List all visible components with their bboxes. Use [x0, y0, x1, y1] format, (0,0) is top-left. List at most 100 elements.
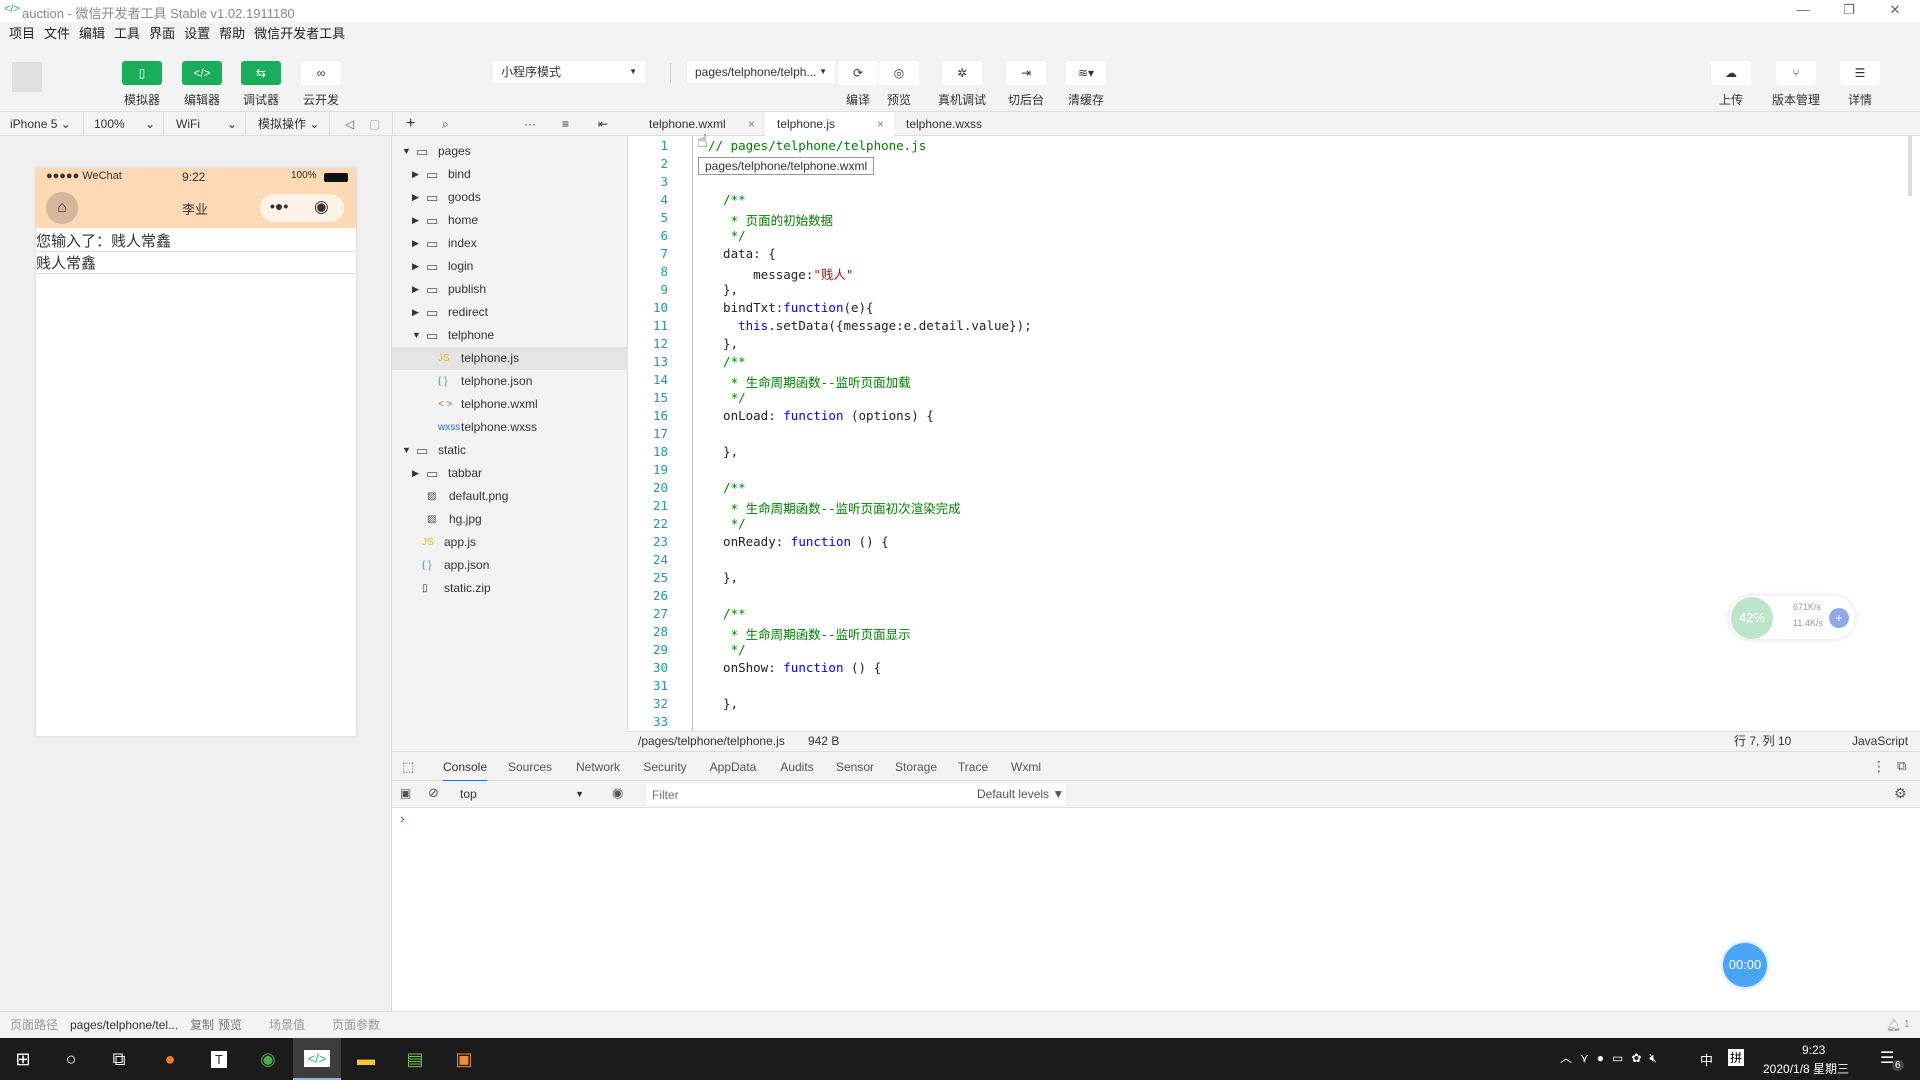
tree-item-static[interactable]: ▼ ▭ static — [392, 439, 628, 462]
bell-icon[interactable]: 🔔︎ — [1886, 1012, 1901, 1038]
network-speed-widget[interactable]: 42% 671K/s 11.4K/s + — [1729, 596, 1855, 639]
devtools-tab-trace[interactable]: Trace — [958, 752, 988, 782]
tray-icons[interactable]: ︿⋎●▭✿🔇︎ — [1560, 1049, 1665, 1066]
sound-icon[interactable]: ◁ — [345, 112, 354, 136]
wechat-devtools-icon[interactable]: </> — [293, 1038, 341, 1080]
tree-item-telphone-wxml[interactable]: < > telphone.wxml — [392, 393, 628, 416]
tree-item-app-json[interactable]: { } app.json — [392, 554, 628, 577]
home-icon[interactable]: ⌂ — [46, 192, 78, 224]
tree-item-static-zip[interactable]: ▯ static.zip — [392, 577, 628, 600]
windows-start-icon[interactable]: ⊞ — [0, 1038, 47, 1080]
tree-item-publish[interactable]: ▶ ▭ publish — [392, 278, 628, 301]
tree-item-tabbar[interactable]: ▶ ▭ tabbar — [392, 462, 628, 485]
sidebar-icon[interactable]: ▣ — [400, 786, 411, 800]
tree-item-index[interactable]: ▶ ▭ index — [392, 232, 628, 255]
mode-select[interactable]: 小程序模式 ▼ — [493, 61, 645, 83]
toolbar-button-code[interactable]: </> 编辑器 — [182, 61, 222, 108]
clock-date[interactable]: 2020/1/8 星期三 — [1763, 1060, 1849, 1077]
undock-icon[interactable]: ⧉ — [1897, 758, 1906, 774]
minimize-button[interactable]: — — [1788, 2, 1818, 17]
cursor-position[interactable]: 行 7, 列 10 — [1734, 732, 1791, 751]
simulate-ops-select[interactable]: 模拟操作 ⌄ — [246, 112, 330, 136]
tree-item-login[interactable]: ▶ ▭ login — [392, 255, 628, 278]
menu-item[interactable]: 编辑 — [79, 22, 105, 46]
toolbar-button-eye[interactable]: ◎ 预览 — [879, 61, 919, 108]
close-button[interactable]: ✕ — [1880, 2, 1910, 18]
editor-tab-telphone-wxss[interactable]: telphone.wxss — [894, 112, 1016, 136]
menu-item[interactable]: 工具 — [114, 22, 140, 46]
tree-item-telphone-js[interactable]: JS telphone.js — [392, 347, 628, 370]
app-icon[interactable]: ▣ — [440, 1038, 488, 1080]
close-tab-icon[interactable]: × — [748, 112, 755, 136]
close-capsule-icon[interactable]: ◉ — [314, 197, 329, 217]
language-mode[interactable]: JavaScript — [1852, 732, 1908, 751]
menu-item[interactable]: 项目 — [9, 22, 35, 46]
tree-item-default-png[interactable]: ▨ default.png — [392, 485, 628, 508]
recording-timer[interactable]: 00:00 — [1723, 943, 1767, 987]
notepad-icon[interactable]: ▤ — [391, 1038, 439, 1080]
tree-item-goods[interactable]: ▶ ▭ goods — [392, 186, 628, 209]
tree-item-telphone-wxss[interactable]: wxss telphone.wxss — [392, 416, 628, 439]
file-explorer-icon[interactable]: ▬ — [342, 1038, 390, 1080]
context-select[interactable]: top ▼ — [454, 784, 588, 804]
eye-icon[interactable]: ◉ — [612, 785, 623, 801]
toolbar-button-upload[interactable]: ☁ 上传 — [1711, 61, 1751, 108]
tree-item-redirect[interactable]: ▶ ▭ redirect — [392, 301, 628, 324]
devtools-tab-appdata[interactable]: AppData — [710, 752, 757, 782]
device-select[interactable]: iPhone 5 ⌄ — [0, 112, 84, 136]
page-select[interactable]: pages/telphone/telph... ▼ — [687, 61, 835, 83]
toolbar-button-branch[interactable]: ⑂ 版本管理 — [1772, 61, 1820, 108]
code-editor[interactable]: 1// pages/telphone/telphone.js2Page({34 … — [628, 136, 1920, 731]
network-select[interactable]: WiFi ⌄ — [164, 112, 246, 136]
menu-item[interactable]: 设置 — [184, 22, 210, 46]
more-vert-icon[interactable]: ⋮ — [1872, 758, 1886, 775]
add-file-icon[interactable]: + — [406, 112, 415, 136]
tree-item-app-js[interactable]: JS app.js — [392, 531, 628, 554]
collapse-icon[interactable]: ≡ — [562, 112, 569, 136]
editor-scrollbar[interactable] — [1908, 136, 1912, 196]
levels-select[interactable]: Default levels ▼ — [977, 787, 1064, 801]
typora-icon[interactable]: T — [195, 1038, 243, 1080]
tree-item-hg-jpg[interactable]: ▨ hg.jpg — [392, 508, 628, 531]
zoom-select[interactable]: 100% ⌄ — [84, 112, 164, 136]
toolbar-button-phone[interactable]: ▯ 模拟器 — [122, 61, 162, 108]
devtools-tab-sources[interactable]: Sources — [508, 752, 552, 782]
more-dots-icon[interactable]: •●• — [270, 198, 288, 214]
page-params-button[interactable]: 页面参数 — [332, 1012, 380, 1038]
settings-gear-icon[interactable]: ⚙ — [1894, 785, 1907, 802]
firefox-icon[interactable]: ● — [146, 1038, 194, 1080]
toolbar-button-switch-background[interactable]: ⇥ 切后台 — [1006, 61, 1046, 108]
devtools-tab-security[interactable]: Security — [643, 752, 686, 782]
menu-item[interactable]: 界面 — [149, 22, 175, 46]
text-input[interactable]: 贱人常鑫 — [36, 252, 356, 274]
chrome-icon[interactable]: ◉ — [244, 1038, 292, 1080]
clear-console-icon[interactable]: ⊘ — [428, 785, 439, 801]
scene-value-button[interactable]: 场景值 — [269, 1012, 305, 1038]
preview-link[interactable]: 预览 — [218, 1012, 242, 1038]
toolbar-button-cloud[interactable]: ∞ 云开发 — [301, 61, 341, 108]
toolbar-button-layers[interactable]: ≋▾ 清缓存 — [1066, 61, 1106, 108]
tree-item-bind[interactable]: ▶ ▭ bind — [392, 163, 628, 186]
menu-item[interactable]: 微信开发者工具 — [254, 22, 345, 46]
devtools-tab-network[interactable]: Network — [576, 752, 620, 782]
search-circle-icon[interactable]: ○ — [47, 1038, 95, 1080]
toolbar-button-bug[interactable]: ✲ 真机调试 — [938, 61, 986, 108]
ime-pinyin[interactable]: 拼 — [1728, 1049, 1745, 1066]
devtools-tab-storage[interactable]: Storage — [895, 752, 937, 782]
more-icon[interactable]: ··· — [524, 112, 536, 136]
boost-icon[interactable]: + — [1829, 608, 1849, 628]
menu-item[interactable]: 帮助 — [219, 22, 245, 46]
maximize-button[interactable]: ❐ — [1834, 2, 1864, 18]
search-icon[interactable]: ⌕ — [442, 112, 449, 136]
copy-link[interactable]: 复制 — [190, 1012, 214, 1038]
toolbar-button-debug[interactable]: ⇆ 调试器 — [241, 61, 281, 108]
task-view-icon[interactable]: ⧉ — [95, 1038, 143, 1080]
devtools-tab-wxml[interactable]: Wxml — [1011, 752, 1041, 782]
toolbar-button-menu[interactable]: ☰ 详情 — [1840, 61, 1880, 108]
window-icon[interactable]: ▢ — [369, 112, 380, 136]
tree-item-pages[interactable]: ▼ ▭ pages — [392, 140, 628, 163]
editor-tab-telphone-js[interactable]: telphone.js × — [765, 112, 894, 136]
devtools-tab-console[interactable]: Console — [442, 752, 488, 782]
console-output[interactable]: › 42% 671K/s 11.4K/s + 00:00 — [392, 596, 1920, 1011]
menu-item[interactable]: 文件 — [44, 22, 70, 46]
